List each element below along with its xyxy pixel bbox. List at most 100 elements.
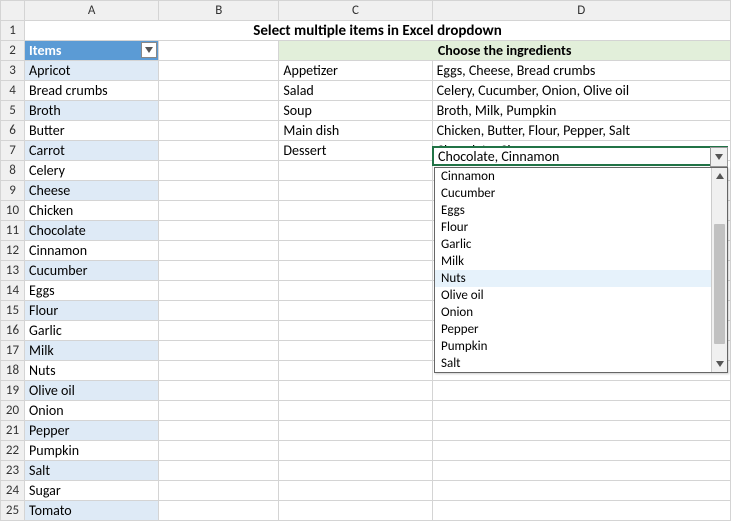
dropdown-scrollbar[interactable] (711, 168, 727, 372)
scroll-down-arrow[interactable] (712, 356, 727, 372)
cell[interactable] (159, 201, 279, 221)
row-head-8[interactable]: 8 (1, 161, 25, 181)
cell[interactable] (159, 421, 279, 441)
cell[interactable] (279, 461, 432, 481)
cell[interactable] (279, 441, 432, 461)
cell[interactable] (279, 301, 432, 321)
row-head-19[interactable]: 19 (1, 381, 25, 401)
row-head-12[interactable]: 12 (1, 241, 25, 261)
ingredients-cell[interactable]: Chocolate, Cinnamon (432, 141, 730, 161)
cell[interactable] (159, 401, 279, 421)
items-cell[interactable]: Nuts (25, 361, 159, 381)
col-head-A[interactable]: A (25, 1, 159, 21)
row-head-2[interactable]: 2 (1, 41, 25, 61)
items-header[interactable]: Items (25, 41, 159, 61)
cell[interactable] (159, 341, 279, 361)
meal-name-cell[interactable]: Soup (279, 101, 432, 121)
items-cell[interactable]: Pepper (25, 421, 159, 441)
row-head-23[interactable]: 23 (1, 461, 25, 481)
ingredients-cell[interactable]: Broth, Milk, Pumpkin (432, 101, 730, 121)
items-cell[interactable]: Flour (25, 301, 159, 321)
items-cell[interactable]: Onion (25, 401, 159, 421)
cell[interactable] (159, 161, 279, 181)
cell[interactable] (159, 141, 279, 161)
row-head-17[interactable]: 17 (1, 341, 25, 361)
meal-name-cell[interactable]: Appetizer (279, 61, 432, 81)
cell[interactable] (279, 401, 432, 421)
col-head-B[interactable]: B (159, 1, 279, 21)
cell[interactable] (279, 261, 432, 281)
meal-name-cell[interactable]: Main dish (279, 121, 432, 141)
row-head-15[interactable]: 15 (1, 301, 25, 321)
dropdown-button[interactable] (710, 147, 728, 167)
ingredients-cell[interactable]: Chicken, Butter, Flour, Pepper, Salt (432, 121, 730, 141)
cell[interactable] (279, 501, 432, 521)
items-cell[interactable]: Carrot (25, 141, 159, 161)
dropdown-list[interactable]: CinnamonCucumberEggsFlourGarlicMilkNutsO… (434, 167, 728, 373)
dropdown-item[interactable]: Cucumber (435, 185, 711, 202)
items-cell[interactable]: Apricot (25, 61, 159, 81)
items-cell[interactable]: Tomato (25, 501, 159, 521)
row-head-18[interactable]: 18 (1, 361, 25, 381)
dropdown-item[interactable]: Milk (435, 253, 711, 270)
cell[interactable] (159, 381, 279, 401)
cell[interactable] (432, 421, 730, 441)
meal-name-cell[interactable]: Dessert (279, 141, 432, 161)
cell[interactable] (432, 461, 730, 481)
items-cell[interactable]: Broth (25, 101, 159, 121)
cell[interactable] (159, 241, 279, 261)
cell[interactable] (279, 381, 432, 401)
row-head-6[interactable]: 6 (1, 121, 25, 141)
cell[interactable] (279, 221, 432, 241)
dropdown-item[interactable]: Eggs (435, 202, 711, 219)
items-cell[interactable]: Cheese (25, 181, 159, 201)
items-cell[interactable]: Eggs (25, 281, 159, 301)
row-head-7[interactable]: 7 (1, 141, 25, 161)
cell[interactable] (279, 321, 432, 341)
items-cell[interactable]: Garlic (25, 321, 159, 341)
col-head-C[interactable]: C (279, 1, 432, 21)
cell[interactable] (159, 461, 279, 481)
dropdown-item[interactable]: Onion (435, 304, 711, 321)
col-head-D[interactable]: D (432, 1, 730, 21)
ingredients-cell[interactable]: Celery, Cucumber, Onion, Olive oil (432, 81, 730, 101)
cell[interactable] (159, 481, 279, 501)
ingredients-cell[interactable]: Eggs, Cheese, Bread crumbs (432, 61, 730, 81)
row-head-13[interactable]: 13 (1, 261, 25, 281)
items-cell[interactable]: Milk (25, 341, 159, 361)
cell[interactable] (279, 341, 432, 361)
row-head-16[interactable]: 16 (1, 321, 25, 341)
cell[interactable] (159, 61, 279, 81)
cell[interactable] (159, 321, 279, 341)
dropdown-item[interactable]: Salt (435, 355, 711, 372)
items-cell[interactable]: Celery (25, 161, 159, 181)
row-head-11[interactable]: 11 (1, 221, 25, 241)
items-cell[interactable]: Cucumber (25, 261, 159, 281)
row-head-20[interactable]: 20 (1, 401, 25, 421)
items-cell[interactable]: Olive oil (25, 381, 159, 401)
cell[interactable] (159, 281, 279, 301)
dropdown-item[interactable]: Nuts (435, 270, 711, 287)
cell[interactable] (279, 201, 432, 221)
cell[interactable] (432, 381, 730, 401)
dropdown-item[interactable]: Pepper (435, 321, 711, 338)
cell[interactable] (432, 441, 730, 461)
scroll-thumb[interactable] (714, 224, 725, 344)
cell[interactable] (159, 501, 279, 521)
row-head-14[interactable]: 14 (1, 281, 25, 301)
cell[interactable] (159, 301, 279, 321)
cell[interactable] (279, 281, 432, 301)
items-cell[interactable]: Salt (25, 461, 159, 481)
cell[interactable] (159, 121, 279, 141)
dropdown-item[interactable]: Garlic (435, 236, 711, 253)
cell[interactable] (159, 41, 279, 61)
items-cell[interactable]: Bread crumbs (25, 81, 159, 101)
cell[interactable] (159, 81, 279, 101)
row-head-21[interactable]: 21 (1, 421, 25, 441)
cell[interactable] (279, 481, 432, 501)
items-cell[interactable]: Chocolate (25, 221, 159, 241)
cell[interactable] (432, 401, 730, 421)
cell[interactable] (159, 181, 279, 201)
select-all-corner[interactable] (1, 1, 25, 21)
cell[interactable] (432, 481, 730, 501)
